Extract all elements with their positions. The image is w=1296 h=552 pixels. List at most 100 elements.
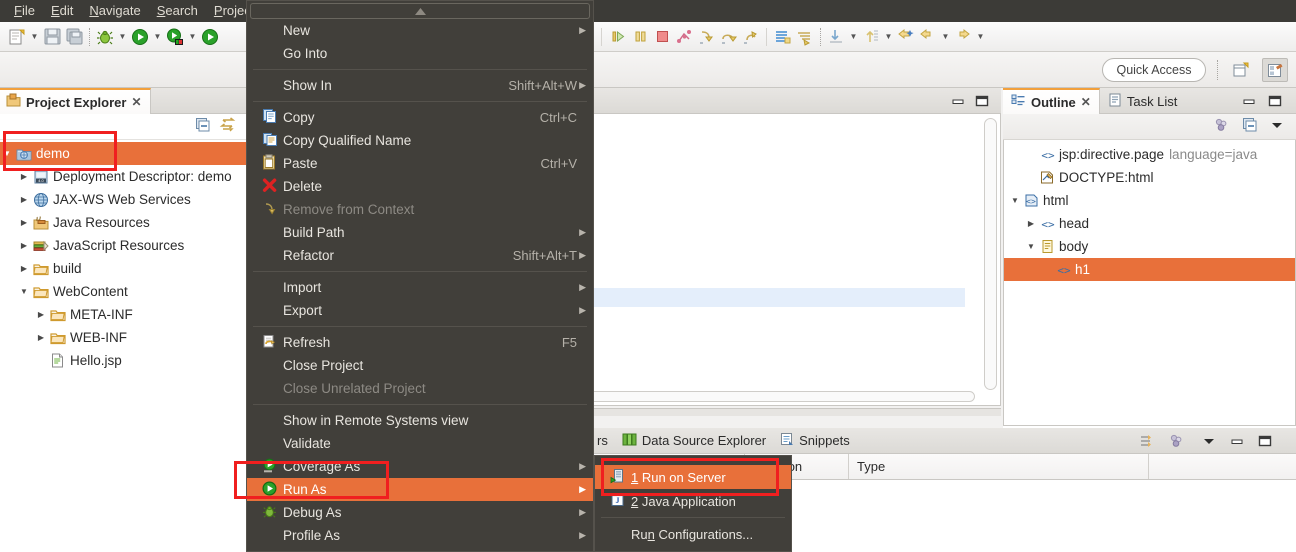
maximize-icon[interactable] bbox=[1266, 92, 1284, 110]
last-edit-location-icon[interactable] bbox=[895, 26, 917, 48]
scroll-thumb[interactable] bbox=[984, 118, 997, 390]
new-wizard-icon[interactable] bbox=[6, 26, 28, 48]
tree-item[interactable]: ▶ JavaScript Resources bbox=[0, 234, 246, 257]
menu-item-show-in-remote-systems-view[interactable]: Show in Remote Systems view bbox=[247, 409, 593, 432]
menu-item-show-in[interactable]: Show In Shift+Alt+W ▶ bbox=[247, 74, 593, 97]
sort-icon[interactable] bbox=[1168, 432, 1186, 450]
minimize-icon[interactable] bbox=[1228, 432, 1246, 450]
save-all-icon[interactable] bbox=[63, 26, 85, 48]
close-icon[interactable]: ✕ bbox=[1081, 95, 1091, 109]
new-wizard-dropdown-icon[interactable]: ▼ bbox=[28, 26, 41, 48]
menu-item-profile-as[interactable]: Profile As ▶ bbox=[247, 524, 593, 547]
previous-annotation-dropdown-icon[interactable]: ▼ bbox=[882, 26, 895, 48]
tree-item[interactable]: ▼ WebContent bbox=[0, 280, 246, 303]
menu-file[interactable]: File bbox=[6, 0, 43, 22]
tree-item-selected[interactable]: ▼ demo bbox=[0, 142, 246, 165]
menu-item-copy[interactable]: Copy Ctrl+C bbox=[247, 106, 593, 129]
twisty-collapsed-icon[interactable]: ▶ bbox=[17, 195, 31, 204]
menu-item-build-path[interactable]: Build Path ▶ bbox=[247, 221, 593, 244]
outline-item-selected[interactable]: <> h1 bbox=[1004, 258, 1295, 281]
debug-icon[interactable] bbox=[94, 26, 116, 48]
menu-item-refresh[interactable]: Refresh F5 bbox=[247, 331, 593, 354]
menu-item-coverage-as[interactable]: Coverage As ▶ bbox=[247, 455, 593, 478]
menu-item-run-as[interactable]: Run As ▶ bbox=[247, 478, 593, 501]
resume-icon[interactable] bbox=[607, 26, 629, 48]
tree-item[interactable]: ▶ META-INF bbox=[0, 303, 246, 326]
menu-search[interactable]: Search bbox=[149, 0, 206, 22]
step-into-icon[interactable] bbox=[695, 26, 717, 48]
run-dropdown-icon[interactable]: ▼ bbox=[151, 26, 164, 48]
twisty-collapsed-icon[interactable]: ▶ bbox=[1024, 219, 1038, 228]
step-return-icon[interactable] bbox=[739, 26, 761, 48]
outline-item[interactable]: ▶ <> head bbox=[1004, 212, 1295, 235]
view-menu-icon[interactable] bbox=[1270, 118, 1284, 135]
debug-dropdown-icon[interactable]: ▼ bbox=[116, 26, 129, 48]
twisty-collapsed-icon[interactable]: ▶ bbox=[34, 333, 48, 342]
menu-item-paste[interactable]: Paste Ctrl+V bbox=[247, 152, 593, 175]
tree-item[interactable]: ▶ Java Resources bbox=[0, 211, 246, 234]
close-icon[interactable]: ✕ bbox=[131, 95, 141, 109]
project-explorer-tree[interactable]: ▼ demo ▶ 4.0 Deployment Descriptor: demo ▶ JAX… bbox=[0, 140, 246, 552]
twisty-collapsed-icon[interactable]: ▶ bbox=[17, 218, 31, 227]
forward-dropdown-icon[interactable]: ▼ bbox=[974, 26, 987, 48]
java-ee-perspective-icon[interactable] bbox=[1262, 58, 1288, 82]
forward-icon[interactable] bbox=[952, 26, 974, 48]
save-icon[interactable] bbox=[41, 26, 63, 48]
menu-item-import[interactable]: Import ▶ bbox=[247, 276, 593, 299]
tree-item[interactable]: ▶ 4.0 Deployment Descriptor: demo bbox=[0, 165, 246, 188]
view-menu-icon[interactable] bbox=[1200, 432, 1218, 450]
twisty-expanded-icon[interactable]: ▼ bbox=[1024, 242, 1038, 251]
tree-item[interactable]: ▶ WEB-INF bbox=[0, 326, 246, 349]
twisty-expanded-icon[interactable]: ▼ bbox=[1008, 196, 1022, 205]
collapse-all-icon[interactable] bbox=[1242, 117, 1258, 136]
menu-item-go-into[interactable]: Go Into bbox=[247, 42, 593, 65]
menu-item-new[interactable]: New ▶ bbox=[247, 19, 593, 42]
menu-item-close-project[interactable]: Close Project bbox=[247, 354, 593, 377]
suspend-icon[interactable] bbox=[629, 26, 651, 48]
twisty-expanded-icon[interactable]: ▼ bbox=[0, 149, 14, 158]
run-on-server-dropdown-icon[interactable]: ▼ bbox=[186, 26, 199, 48]
tab-data-source-explorer[interactable]: Data Source Explorer bbox=[615, 428, 773, 454]
twisty-collapsed-icon[interactable]: ▶ bbox=[17, 264, 31, 273]
next-annotation-dropdown-icon[interactable]: ▼ bbox=[847, 26, 860, 48]
twisty-collapsed-icon[interactable]: ▶ bbox=[17, 241, 31, 250]
step-over-icon[interactable] bbox=[717, 26, 739, 48]
new-java-package-icon[interactable] bbox=[794, 26, 816, 48]
menu-item-restore-from-local-history[interactable]: Restore from Local History bbox=[247, 547, 593, 551]
open-perspective-icon[interactable] bbox=[1228, 58, 1254, 82]
outline-item[interactable]: <> jsp:directive.page language=java bbox=[1004, 143, 1295, 166]
tab-task-list[interactable]: Task List bbox=[1100, 88, 1186, 114]
tab-outline[interactable]: Outline ✕ bbox=[1003, 88, 1100, 114]
sort-icon[interactable] bbox=[1214, 117, 1230, 136]
menu-item-export[interactable]: Export ▶ bbox=[247, 299, 593, 322]
previous-annotation-icon[interactable] bbox=[860, 26, 882, 48]
filters-icon[interactable] bbox=[1138, 432, 1156, 450]
column-header[interactable]: Type bbox=[849, 454, 1149, 479]
submenu-item-run-configurations[interactable]: Run Configurations... bbox=[595, 522, 791, 546]
back-icon[interactable] bbox=[917, 26, 939, 48]
tab-snippets[interactable]: Snippets bbox=[773, 428, 857, 454]
menu-item-refactor[interactable]: Refactor Shift+Alt+T ▶ bbox=[247, 244, 593, 267]
menu-scroll-up-button[interactable] bbox=[250, 3, 590, 19]
profile-icon[interactable] bbox=[199, 26, 221, 48]
menu-item-debug-as[interactable]: Debug As ▶ bbox=[247, 501, 593, 524]
editor-vertical-scrollbar[interactable] bbox=[984, 118, 997, 398]
next-annotation-icon[interactable] bbox=[825, 26, 847, 48]
menu-item-close-unrelated-project[interactable]: Close Unrelated Project bbox=[247, 377, 593, 400]
tree-item[interactable]: Hello.jsp bbox=[0, 349, 246, 372]
back-dropdown-icon[interactable]: ▼ bbox=[939, 26, 952, 48]
menu-item-delete[interactable]: Delete bbox=[247, 175, 593, 198]
collapse-all-icon[interactable] bbox=[195, 117, 211, 136]
maximize-icon[interactable] bbox=[1256, 432, 1274, 450]
menu-item-copy-qualified-name[interactable]: Copy Qualified Name bbox=[247, 129, 593, 152]
tree-item[interactable]: ▶ JAX-WS Web Services bbox=[0, 188, 246, 211]
menu-navigate[interactable]: Navigate bbox=[81, 0, 148, 22]
terminate-icon[interactable] bbox=[651, 26, 673, 48]
twisty-collapsed-icon[interactable]: ▶ bbox=[34, 310, 48, 319]
outline-tree[interactable]: <> jsp:directive.page language=java DOCTYPE… bbox=[1003, 140, 1296, 426]
tree-item[interactable]: ▶ build bbox=[0, 257, 246, 280]
run-on-server-icon[interactable] bbox=[164, 26, 186, 48]
quick-access-input[interactable]: Quick Access bbox=[1102, 58, 1206, 82]
outline-item[interactable]: ▼ body bbox=[1004, 235, 1295, 258]
outline-item[interactable]: ▼ <> html bbox=[1004, 189, 1295, 212]
